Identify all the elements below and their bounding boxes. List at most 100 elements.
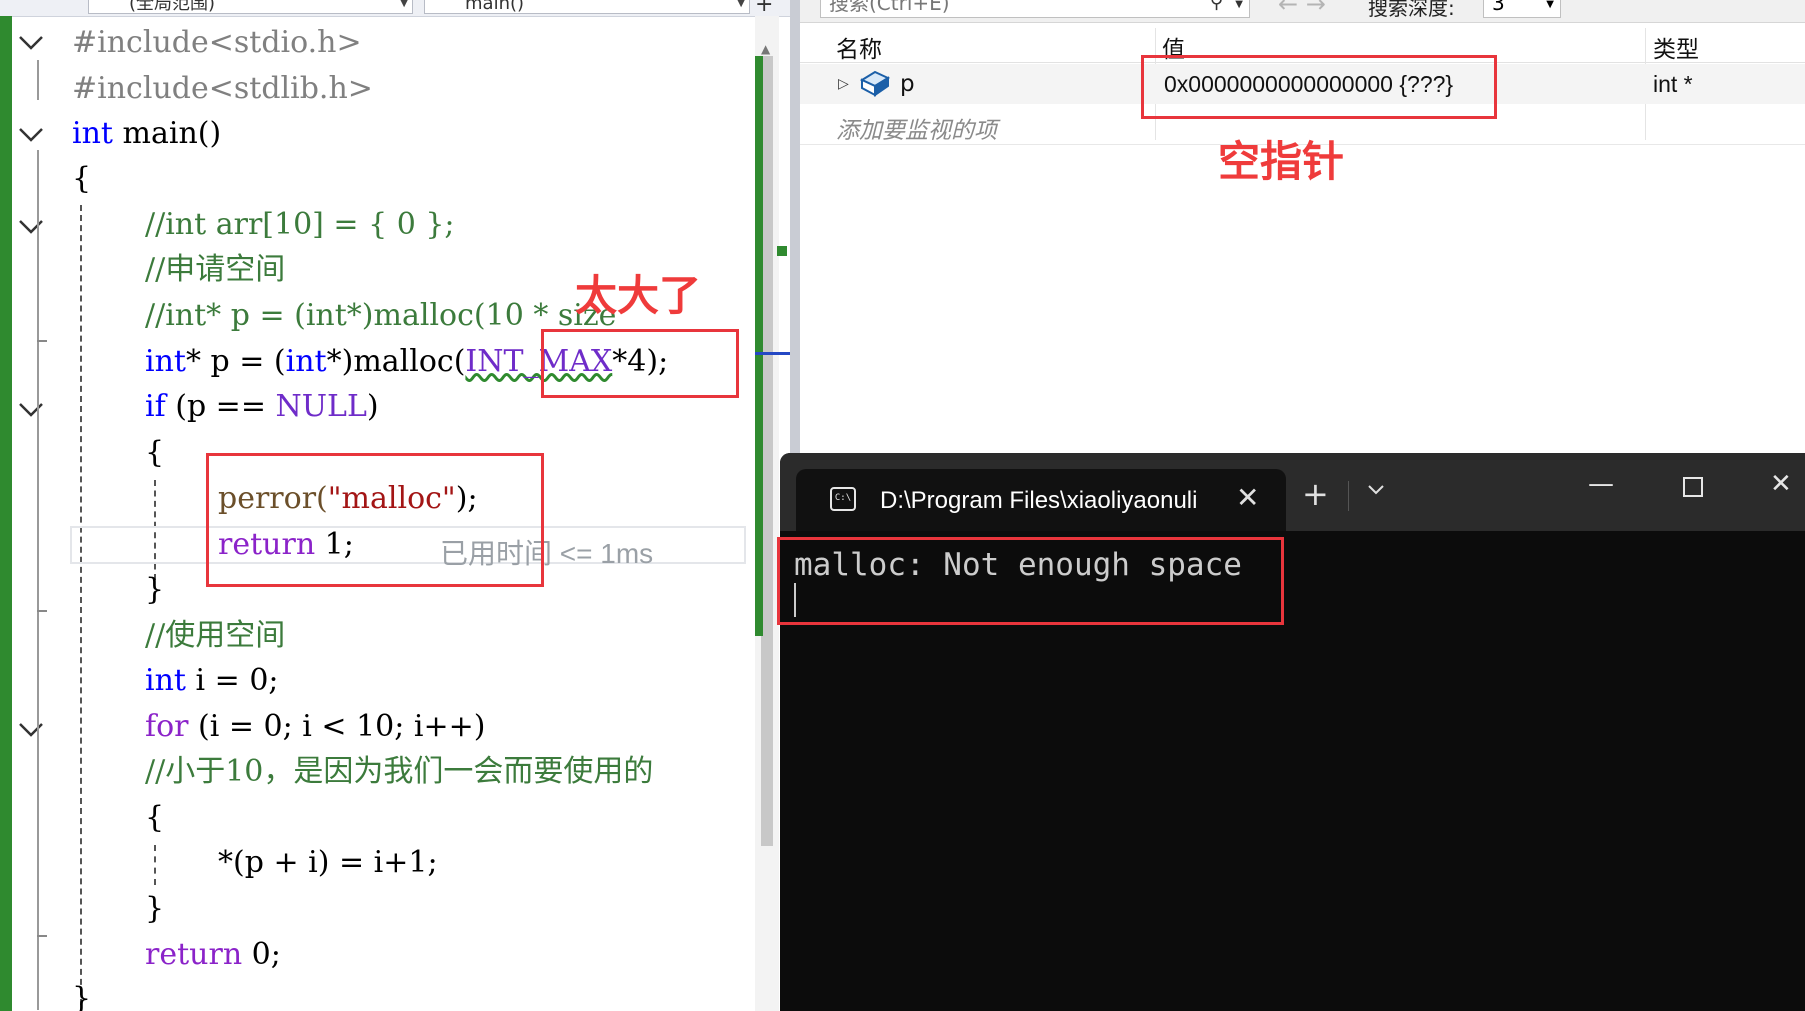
code-line[interactable]: } [72, 982, 91, 1011]
code-text: *(p + i) = i+1; [218, 845, 438, 880]
code-text: *)malloc( [326, 344, 466, 379]
chevron-down-icon[interactable] [1366, 481, 1386, 502]
include-directive: #include<stdio.h> [72, 25, 362, 60]
code-text: i = 0; [185, 663, 279, 698]
include-directive: #include<stdlib.h> [72, 71, 373, 106]
new-tab-icon[interactable]: + [1302, 475, 1329, 513]
terminal-tab-bar: C:\ D:\Program Files\xiaoliyaonuli ✕ + —… [780, 453, 1805, 531]
code-line[interactable]: //小于10，是因为我们一会而要使用的 [145, 755, 653, 789]
code-line[interactable]: if (p == NULL) [145, 390, 379, 424]
variable-icon [858, 68, 892, 104]
annotation-box-error-branch [206, 453, 544, 587]
code-line[interactable]: #include<stdlib.h> [72, 72, 373, 106]
code-text: main() [112, 116, 222, 151]
vertical-scrollbar[interactable]: ▲ [755, 16, 790, 1011]
terminal-tab[interactable]: C:\ D:\Program Files\xiaoliyaonuli ✕ [796, 469, 1286, 531]
code-line[interactable]: { [145, 801, 164, 835]
scrollbar-change-marker [755, 56, 763, 636]
indent-guide [154, 845, 156, 885]
code-line[interactable]: //int arr[10] = { 0 }; [145, 208, 455, 242]
macro-null: NULL [275, 389, 367, 424]
code-line[interactable]: } [145, 573, 164, 607]
code-line[interactable]: *(p + i) = i+1; [218, 846, 438, 880]
split-editor-icon[interactable]: + [755, 0, 773, 17]
watch-type: int * [1653, 71, 1693, 97]
chevron-down-icon[interactable]: ▼ [1235, 0, 1243, 15]
code-text: (p == [165, 389, 276, 424]
collapse-chevron-icon[interactable] [17, 395, 45, 423]
code-text: } [72, 981, 92, 1011]
outline-line [37, 60, 39, 100]
annotation-box-null-value [1141, 55, 1497, 119]
outline-line [37, 150, 39, 1010]
annotation-box-int-max [541, 329, 739, 398]
keyword: int [285, 344, 327, 379]
keyword: for [145, 709, 189, 744]
keyword: int [145, 663, 186, 698]
column-type[interactable]: 类型 [1653, 30, 1699, 64]
collapse-chevron-icon[interactable] [17, 715, 45, 743]
code-text: { [145, 435, 165, 470]
keyword: int [72, 116, 113, 151]
comment: //int arr[10] = { 0 }; [145, 207, 455, 242]
code-text: 0; [242, 937, 281, 972]
add-watch-placeholder: 添加要监视的项 [836, 118, 997, 144]
code-line[interactable]: int i = 0; [145, 664, 279, 698]
search-icon[interactable]: ⚲ [1210, 0, 1223, 13]
scope-dropdown-label: (全局范围) [129, 0, 216, 14]
code-text: } [145, 891, 165, 926]
comment: //使用空间 [145, 618, 286, 653]
scope-dropdown[interactable]: (全局范围) ▼ [88, 0, 413, 14]
search-depth-label: 搜索深度: [1368, 0, 1455, 20]
keyword: if [145, 389, 166, 424]
outline-tick [37, 610, 47, 612]
caret-position-marker [755, 352, 790, 355]
annotation-too-big: 太大了 [575, 271, 702, 320]
indent-guide [80, 205, 82, 1005]
close-window-icon[interactable]: ✕ [1770, 469, 1792, 499]
close-tab-icon[interactable]: ✕ [1236, 481, 1259, 514]
chevron-down-icon: ▼ [1546, 0, 1554, 10]
code-line[interactable]: { [72, 162, 91, 196]
code-line[interactable]: //申请空间 [145, 253, 285, 287]
code-text: } [145, 572, 165, 607]
watch-toolbar: 搜索(Ctrl+E) ⚲ ▼ ← → 搜索深度: 3 ▼ [800, 0, 1805, 23]
code-line[interactable]: //使用空间 [145, 619, 285, 653]
keyword: int [145, 344, 186, 379]
code-line[interactable]: #include<stdio.h> [72, 26, 362, 60]
keyword: return [145, 937, 243, 972]
collapse-chevron-icon[interactable] [17, 28, 45, 56]
function-dropdown[interactable]: main() ▼ [424, 0, 750, 14]
back-forward-icons[interactable]: ← → [1278, 0, 1326, 18]
annotation-box-error-output [777, 537, 1284, 625]
terminal-tab-title: D:\Program Files\xiaoliyaonuli [880, 487, 1198, 514]
comment: //申请空间 [145, 252, 286, 287]
editor-navigation-bar: (全局范围) ▼ main() ▼ + [0, 0, 790, 17]
watch-search-input[interactable]: 搜索(Ctrl+E) ⚲ ▼ [820, 0, 1250, 18]
cmd-icon: C:\ [830, 487, 856, 511]
comment: //int* p = (int*)malloc(10 * size [145, 298, 617, 333]
code-line[interactable]: for (i = 0; i < 10; i++) [145, 710, 485, 744]
code-text: { [145, 800, 165, 835]
search-depth-value: 3 [1492, 0, 1505, 15]
maximize-icon[interactable] [1682, 475, 1704, 505]
outline-tick [37, 340, 47, 342]
code-line[interactable]: //int* p = (int*)malloc(10 * size [145, 299, 616, 333]
code-line[interactable]: } [145, 892, 164, 926]
code-line[interactable]: int main() [72, 117, 221, 151]
column-name[interactable]: 名称 [836, 30, 882, 64]
minimize-icon[interactable]: — [1588, 469, 1614, 499]
collapse-chevron-icon[interactable] [17, 212, 45, 240]
expand-arrow-icon[interactable]: ▷ [838, 76, 849, 92]
chevron-down-icon: ▼ [400, 0, 408, 9]
search-depth-select[interactable]: 3 ▼ [1483, 0, 1561, 18]
annotation-null-pointer: 空指针 [1218, 137, 1345, 186]
collapse-chevron-icon[interactable] [17, 120, 45, 148]
code-text: ) [366, 389, 379, 424]
outline-tick [37, 935, 47, 937]
scroll-up-icon[interactable]: ▲ [761, 42, 770, 56]
code-line[interactable]: return 0; [145, 938, 281, 972]
code-line[interactable]: { [145, 436, 164, 470]
chevron-down-icon: ▼ [737, 0, 745, 9]
code-text: * p = ( [185, 344, 286, 379]
